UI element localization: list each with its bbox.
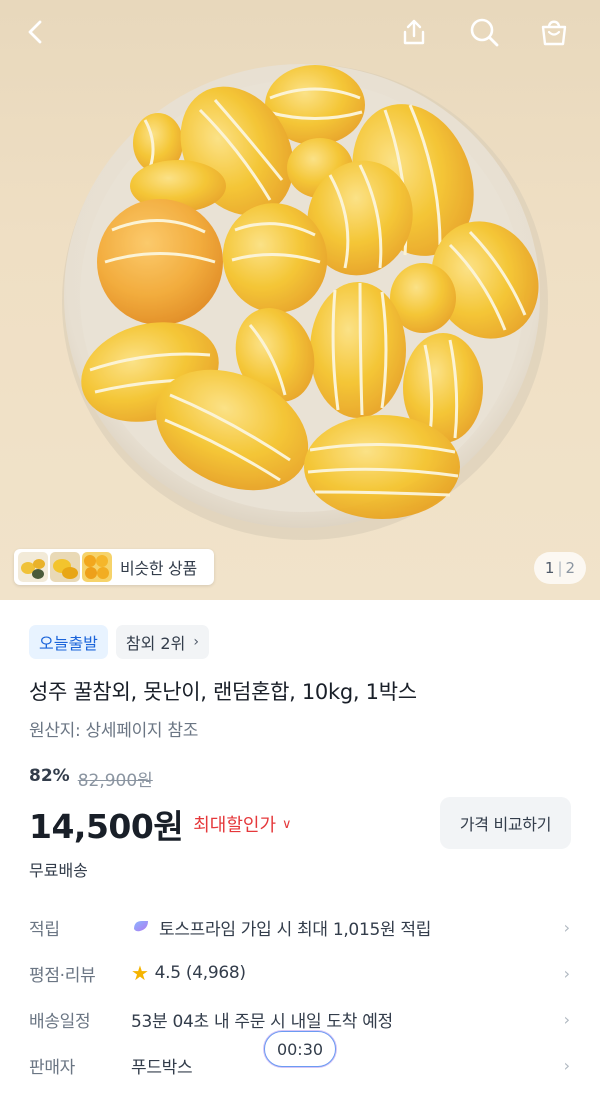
product-tags: 오늘출발 참외 2위 › [29, 625, 209, 659]
similar-thumb-2 [50, 552, 80, 582]
countdown-timer-badge: 00:30 [264, 1031, 336, 1067]
sale-price: 14,500원 [29, 807, 184, 846]
toss-prime-icon [134, 921, 148, 932]
rating-text: 4.5 (4,968) [154, 963, 246, 983]
discount-row: 82% 82,900원 [29, 766, 153, 791]
similar-products-button[interactable]: 비슷한 상품 [14, 549, 214, 585]
info-value: 토스프라임 가입 시 최대 1,015원 적립 [131, 915, 431, 940]
product-title: 성주 꿀참외, 못난이, 랜덤혼합, 10kg, 1박스 [29, 680, 417, 704]
chevron-right-icon: › [563, 1009, 570, 1029]
top-navigation-bar [0, 0, 600, 64]
chevron-right-icon: › [563, 917, 570, 937]
shipping-info: 무료배송 [29, 861, 88, 880]
chevron-left-icon [28, 20, 42, 44]
share-button[interactable] [392, 10, 436, 54]
info-key: 적립 [29, 919, 60, 940]
info-value: ★ 4.5 (4,968) [131, 961, 246, 985]
points-text: 토스프라임 가입 시 최대 1,015원 적립 [159, 919, 432, 940]
pager-current: 1 [544, 559, 555, 577]
original-price: 82,900원 [77, 771, 153, 791]
info-row-rating[interactable]: 평점·리뷰 ★ 4.5 (4,968) › [29, 953, 574, 993]
chevron-right-icon: › [563, 1055, 570, 1075]
pager-separator: | [557, 559, 563, 577]
star-icon: ★ [131, 961, 149, 985]
shopping-bag-icon [541, 20, 567, 46]
product-origin: 원산지: 상세페이지 참조 [29, 721, 199, 741]
chevron-down-icon: ∨ [282, 816, 292, 832]
info-key: 판매자 [29, 1057, 76, 1078]
similar-thumb-3 [82, 552, 112, 582]
max-discount-dropdown[interactable]: 최대할인가 ∨ [193, 811, 291, 837]
info-key: 배송일정 [29, 1011, 91, 1032]
share-icon [403, 19, 425, 45]
cart-button[interactable] [532, 10, 576, 54]
tag-label: 참외 2위 [125, 634, 186, 653]
tag-label: 오늘출발 [39, 634, 98, 653]
tag-ranking[interactable]: 참외 2위 › [115, 625, 209, 659]
back-button[interactable] [14, 10, 58, 54]
tag-today-ship: 오늘출발 [29, 625, 108, 659]
product-image-gallery[interactable]: 비슷한 상품 1 | 2 [0, 0, 600, 600]
chevron-right-icon: › [563, 963, 570, 983]
search-icon [470, 18, 499, 47]
info-value: 53분 04초 내 주문 시 내일 도착 예정 [131, 1011, 393, 1032]
search-button[interactable] [462, 10, 506, 54]
info-row-points[interactable]: 적립 토스프라임 가입 시 최대 1,015원 적립 › [29, 907, 574, 947]
image-pager: 1 | 2 [534, 552, 586, 584]
chevron-right-icon: › [193, 634, 199, 650]
max-discount-label: 최대할인가 [193, 815, 277, 836]
info-key: 평점·리뷰 [29, 965, 96, 986]
similar-thumb-1 [18, 552, 48, 582]
pager-total: 2 [565, 559, 576, 577]
price-compare-button[interactable]: 가격 비교하기 [440, 797, 571, 849]
product-photo [62, 64, 548, 540]
info-value: 푸드박스 [131, 1057, 193, 1078]
similar-products-label: 비슷한 상품 [120, 559, 197, 578]
price-row: 14,500원 최대할인가 ∨ [29, 800, 292, 848]
discount-rate: 82% [29, 766, 70, 786]
